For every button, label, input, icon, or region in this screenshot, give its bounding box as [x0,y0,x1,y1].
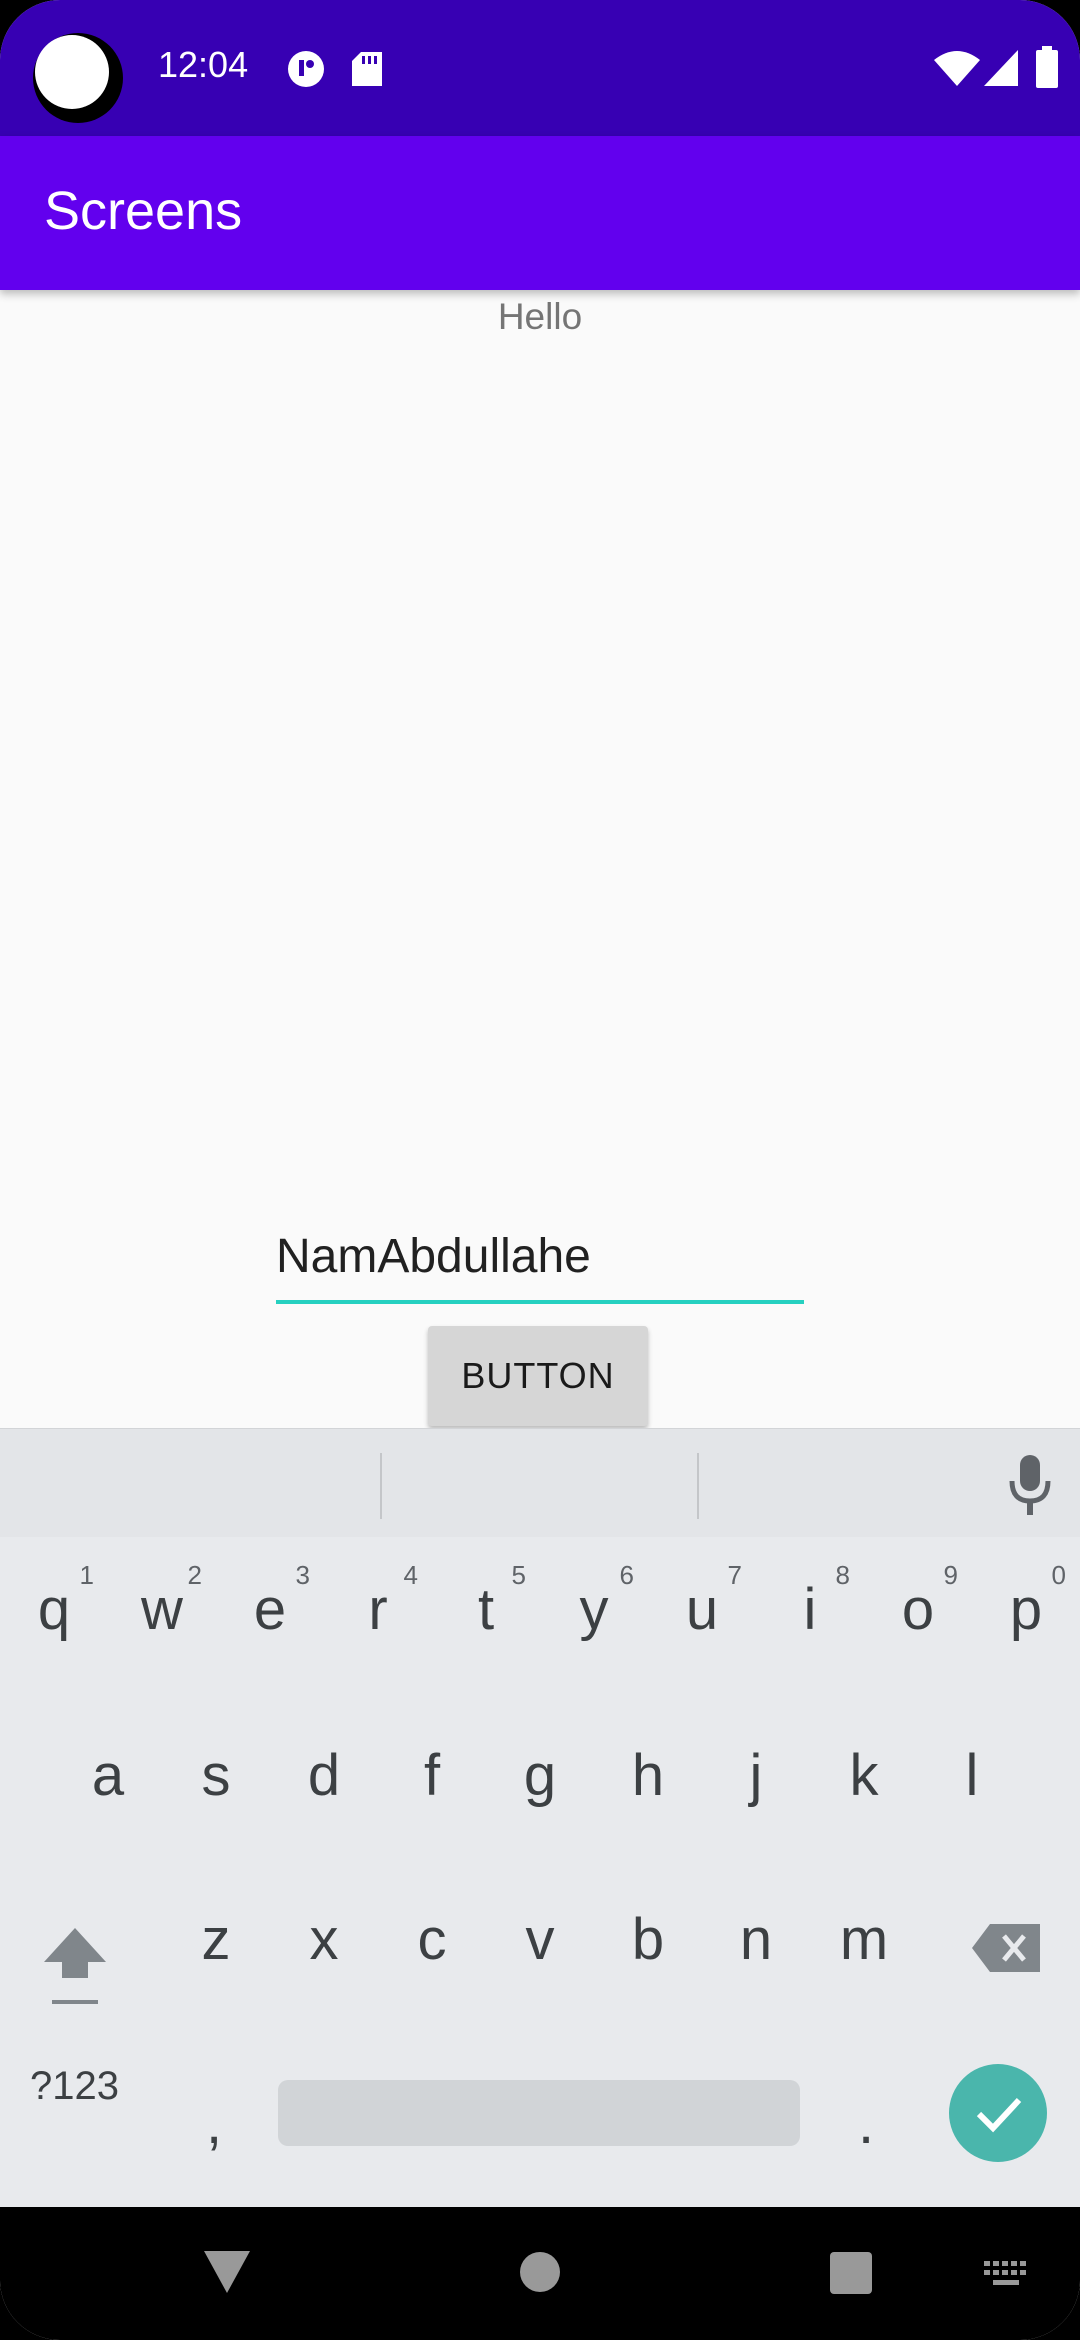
key-h[interactable]: h [594,1698,702,1848]
key-label: a [91,1743,125,1808]
key-number-hint: 3 [295,1560,310,1590]
back-icon[interactable] [204,2251,250,2293]
key-d[interactable]: d [270,1698,378,1848]
key-v[interactable]: v [486,1862,594,2012]
camera-cutout [33,33,123,123]
key-j[interactable]: j [702,1698,810,1848]
key-label: m [839,1907,889,1972]
key-number-hint: 4 [403,1560,418,1590]
key-e[interactable]: e3 [216,1532,324,1682]
key-l[interactable]: l [918,1698,1026,1848]
key-b[interactable]: b [594,1862,702,2012]
enter-key[interactable] [949,2064,1047,2162]
period-key[interactable]: . [858,2090,874,2157]
key-label: b [631,1907,665,1972]
key-label: h [631,1743,665,1808]
key-label: l [965,1743,979,1808]
key-r[interactable]: r4 [324,1532,432,1682]
suggestion-divider [697,1453,699,1519]
key-y[interactable]: y6 [540,1532,648,1682]
key-x[interactable]: x [270,1862,378,2012]
key-label: k [849,1743,879,1808]
home-icon[interactable] [520,2252,560,2292]
key-label: c [417,1907,447,1972]
key-label: s [201,1743,231,1808]
navigation-bar [0,2207,1080,2340]
comma-key[interactable]: , [206,2090,222,2157]
key-number-hint: 1 [79,1560,94,1590]
key-number-hint: 2 [187,1560,202,1590]
key-n[interactable]: n [702,1862,810,2012]
key-label: j [749,1743,763,1808]
recents-icon[interactable] [830,2252,872,2294]
key-z[interactable]: z [162,1862,270,2012]
key-f[interactable]: f [378,1698,486,1848]
name-input[interactable] [276,1212,804,1304]
key-t[interactable]: t5 [432,1532,540,1682]
key-c[interactable]: c [378,1862,486,2012]
key-number-hint: 5 [511,1560,526,1590]
symbols-key[interactable]: ?123 [30,2064,119,2109]
key-k[interactable]: k [810,1698,918,1848]
key-label: v [525,1907,555,1972]
key-number-hint: 0 [1051,1560,1066,1590]
signal-icon [984,50,1018,86]
key-number-hint: 6 [619,1560,634,1590]
key-label: z [201,1907,231,1972]
keyboard-switch-icon[interactable] [984,2261,1028,2287]
key-i[interactable]: i8 [756,1532,864,1682]
key-label: f [423,1743,441,1808]
checkmark-icon [976,2097,1022,2133]
key-w[interactable]: w2 [108,1532,216,1682]
microphone-icon[interactable] [1008,1455,1052,1515]
backspace-icon[interactable] [972,1924,1040,1972]
battery-icon [1036,46,1058,88]
key-s[interactable]: s [162,1698,270,1848]
key-label: x [309,1907,339,1972]
key-label: g [523,1743,557,1808]
app-title: Screens [44,181,243,241]
key-p[interactable]: p0 [972,1532,1080,1682]
key-number-hint: 9 [943,1560,958,1590]
status-time: 12:04 [158,44,249,85]
key-q[interactable]: q1 [0,1532,108,1682]
key-m[interactable]: m [810,1862,918,2012]
key-label: n [739,1907,773,1972]
key-number-hint: 8 [835,1560,850,1590]
hello-text: Hello [497,296,583,337]
suggestion-divider [380,1453,382,1519]
submit-button[interactable]: BUTTON [428,1326,648,1426]
key-u[interactable]: u7 [648,1532,756,1682]
tiktok-icon [288,51,324,87]
app-bar: Screens [0,136,1080,290]
key-g[interactable]: g [486,1698,594,1848]
phone-screen: 12:04 Screens Hello BUTTON [0,0,1080,2340]
key-label: d [307,1743,341,1808]
key-a[interactable]: a [54,1698,162,1848]
sd-card-icon [352,52,382,86]
key-o[interactable]: o9 [864,1532,972,1682]
suggestion-strip [0,1428,1080,1537]
space-bar[interactable] [278,2080,800,2146]
wifi-icon [934,51,980,86]
key-number-hint: 7 [727,1560,742,1590]
status-bar: 12:04 [0,0,1080,136]
shift-icon[interactable] [40,1924,110,2010]
